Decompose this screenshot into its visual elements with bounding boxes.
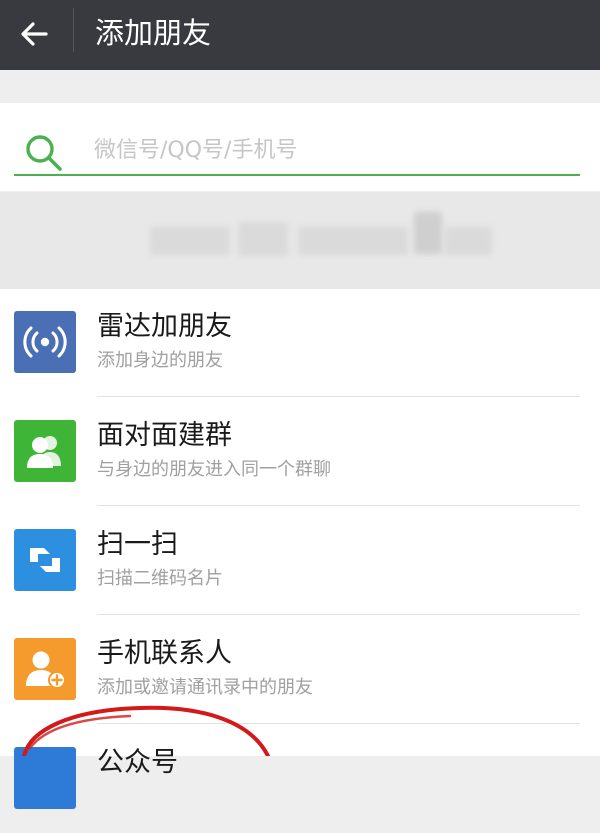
blurred-id-part [238, 222, 288, 256]
blurred-id-part [414, 212, 442, 254]
item-title: 手机联系人 [97, 638, 232, 669]
list-item-scan[interactable]: 扫一扫 扫描二维码名片 [0, 507, 600, 615]
list-item-radar[interactable]: 雷达加朋友 添加身边的朋友 [0, 289, 600, 397]
search-icon [26, 135, 62, 171]
search-underline [14, 174, 580, 176]
item-divider [97, 505, 580, 506]
list-item-phone-contacts[interactable]: 手机联系人 添加或邀请通讯录中的朋友 [0, 616, 600, 724]
face-to-face-group-icon [14, 420, 76, 482]
item-title: 雷达加朋友 [97, 311, 232, 342]
back-arrow-icon [21, 22, 48, 46]
item-divider [97, 396, 580, 397]
item-divider [97, 614, 580, 615]
top-bar: 添加朋友 [0, 0, 600, 70]
item-title: 扫一扫 [97, 529, 178, 560]
header-divider [73, 8, 74, 52]
item-subtitle: 扫描二维码名片 [97, 568, 223, 589]
official-account-icon [14, 747, 76, 809]
my-wechat-id-area [0, 192, 600, 289]
page-title: 添加朋友 [95, 16, 212, 50]
search-box [0, 103, 600, 191]
search-input[interactable] [92, 131, 576, 169]
item-subtitle: 添加或邀请通讯录中的朋友 [97, 677, 313, 698]
list-item-face-to-face[interactable]: 面对面建群 与身边的朋友进入同一个群聊 [0, 398, 600, 506]
blurred-id-part [298, 227, 408, 255]
radar-icon [14, 311, 76, 373]
item-title: 公众号 [97, 747, 178, 778]
add-friend-list: 雷达加朋友 添加身边的朋友 面对面建群 与身边的朋友进入同一个群聊 扫一扫 扫描… [0, 289, 600, 809]
phone-contacts-icon [14, 638, 76, 700]
scan-icon [14, 529, 76, 591]
blurred-id-part [444, 227, 492, 255]
item-subtitle: 添加身边的朋友 [97, 350, 223, 371]
item-title: 面对面建群 [97, 420, 232, 451]
blurred-id [150, 227, 230, 255]
list-item-official-account[interactable]: 公众号 [0, 725, 600, 833]
item-subtitle: 与身边的朋友进入同一个群聊 [97, 459, 331, 480]
back-button[interactable] [12, 12, 56, 56]
item-divider [97, 723, 580, 724]
